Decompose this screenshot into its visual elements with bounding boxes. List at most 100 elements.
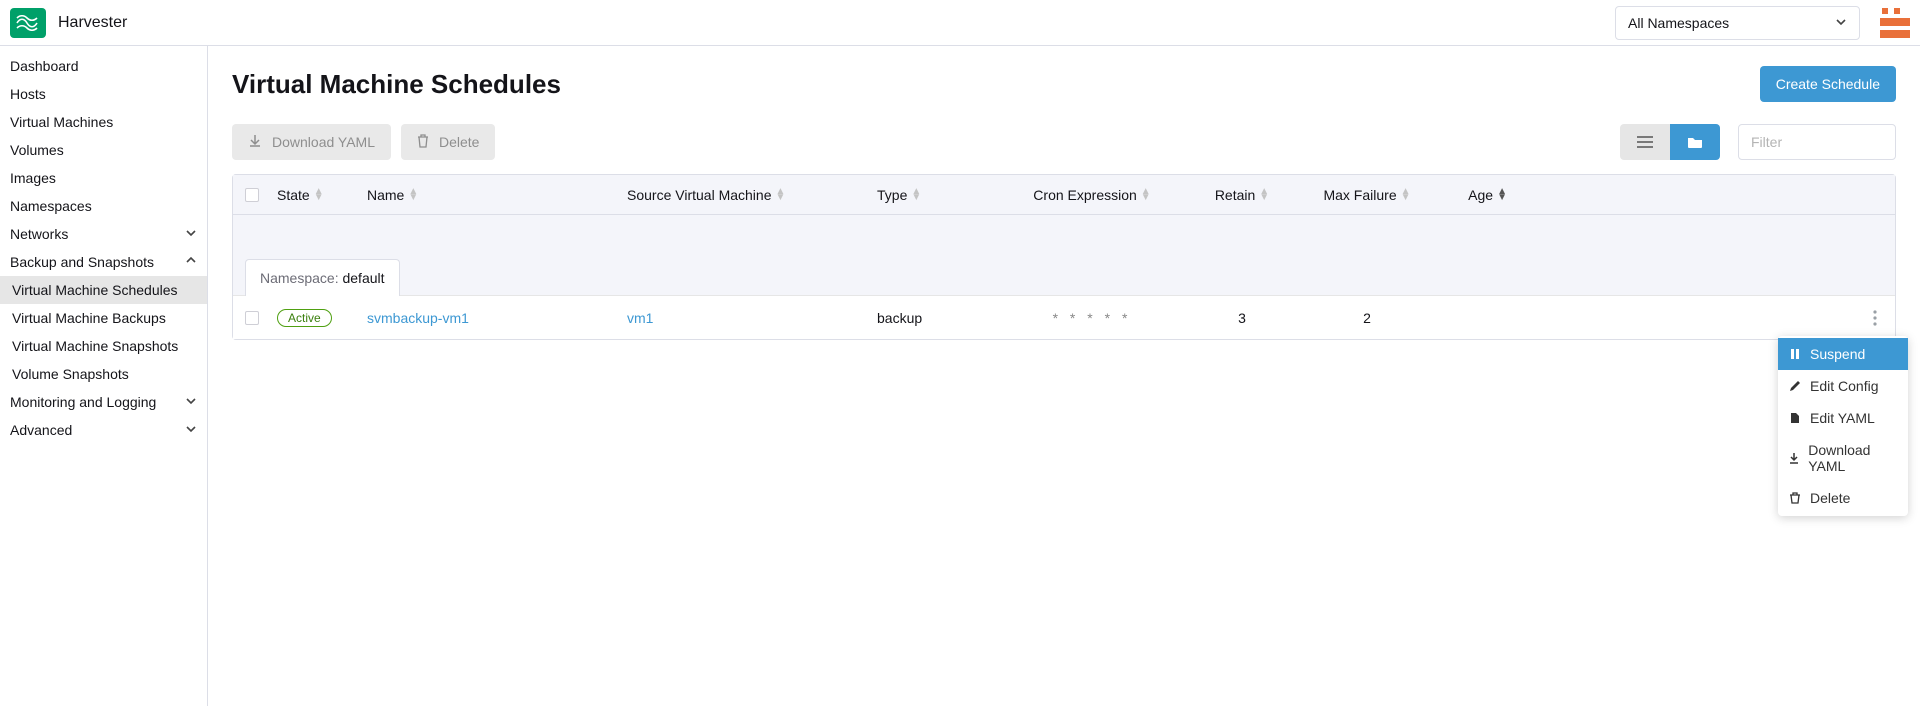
context-menu-item[interactable]: Suspend (1778, 338, 1908, 370)
trash-icon (417, 134, 429, 151)
sidebar-item[interactable]: Images (0, 164, 207, 192)
sidebar-item-label: Virtual Machines (10, 114, 113, 130)
sidebar-item-label: Virtual Machine Snapshots (12, 338, 178, 354)
toolbar-right (1620, 124, 1896, 160)
namespace-select[interactable]: All Namespaces (1615, 6, 1860, 40)
sidebar-item-label: Namespaces (10, 198, 92, 214)
cell-retain: 3 (1177, 310, 1307, 326)
cell-cron: * * * * * (1007, 310, 1177, 326)
page-title: Virtual Machine Schedules (232, 69, 561, 100)
file-icon (1788, 412, 1802, 424)
vm-link[interactable]: vm1 (627, 310, 653, 326)
col-type[interactable]: Type▲▼ (877, 187, 1007, 203)
brand-logo (10, 8, 46, 38)
download-icon (1788, 452, 1800, 464)
table: State▲▼ Name▲▼ Source Virtual Machine▲▼ … (232, 174, 1896, 340)
table-row: Activesvmbackup-vm1vm1backup* * * * *32 (233, 295, 1895, 339)
context-menu-label: Suspend (1810, 346, 1865, 362)
sort-icon: ▲▼ (408, 189, 418, 201)
col-state[interactable]: State▲▼ (277, 187, 367, 203)
context-menu-item[interactable]: Edit Config (1778, 370, 1908, 402)
sort-icon: ▲▼ (314, 189, 324, 201)
sidebar-item-label: Virtual Machine Schedules (12, 282, 178, 298)
user-avatar[interactable] (1880, 8, 1910, 38)
sidebar-item[interactable]: Dashboard (0, 52, 207, 80)
main: Virtual Machine Schedules Create Schedul… (208, 46, 1920, 706)
row-context-menu: Suspend Edit Config Edit YAML Download YAML… (1778, 336, 1908, 516)
view-group-button[interactable] (1670, 124, 1720, 160)
sort-icon: ▲▼ (1141, 189, 1151, 201)
row-checkbox[interactable] (245, 311, 259, 325)
sidebar-item-label: Virtual Machine Backups (12, 310, 166, 326)
sidebar-item[interactable]: Volume Snapshots (0, 360, 207, 388)
col-max[interactable]: Max Failure▲▼ (1307, 187, 1427, 203)
table-head: State▲▼ Name▲▼ Source Virtual Machine▲▼ … (233, 175, 1895, 215)
toolbar: Download YAML Delete (232, 124, 1896, 160)
sidebar-item[interactable]: Namespaces (0, 192, 207, 220)
cell-state: Active (277, 309, 367, 327)
sort-icon: ▲▼ (1497, 189, 1507, 201)
sidebar-item-label: Advanced (10, 422, 72, 438)
view-list-button[interactable] (1620, 124, 1670, 160)
layout: Dashboard Hosts Virtual Machines Volumes Ima… (0, 46, 1920, 706)
chevron-down-icon (185, 422, 197, 438)
sort-icon: ▲▼ (911, 189, 921, 201)
sidebar-item-label: Hosts (10, 86, 46, 102)
sidebar-item[interactable]: Networks (0, 220, 207, 248)
sidebar-item-label: Networks (10, 226, 68, 242)
col-source[interactable]: Source Virtual Machine▲▼ (627, 187, 877, 203)
sidebar-item[interactable]: Virtual Machine Snapshots (0, 332, 207, 360)
select-all-checkbox[interactable] (245, 188, 259, 202)
namespace-select-value: All Namespaces (1628, 15, 1729, 31)
sidebar-item[interactable]: Virtual Machine Backups (0, 304, 207, 332)
col-retain[interactable]: Retain▲▼ (1177, 187, 1307, 203)
row-actions-button[interactable] (1867, 306, 1883, 330)
sidebar-item-label: Monitoring and Logging (10, 394, 156, 410)
table-body: Activesvmbackup-vm1vm1backup* * * * *32 (233, 295, 1895, 339)
chevron-down-icon (185, 394, 197, 410)
context-menu-item[interactable]: Download YAML (1778, 434, 1908, 482)
namespace-group-row: Namespace: default (233, 215, 1895, 295)
context-menu-item[interactable]: Delete (1778, 482, 1908, 514)
col-cron[interactable]: Cron Expression▲▼ (1007, 187, 1177, 203)
sidebar-item-label: Volume Snapshots (12, 366, 129, 382)
product-name: Harvester (58, 14, 127, 32)
sidebar-item[interactable]: Hosts (0, 80, 207, 108)
pause-icon (1788, 348, 1802, 360)
sidebar-item[interactable]: Advanced (0, 416, 207, 444)
chevron-down-icon (185, 226, 197, 242)
cell-name: svmbackup-vm1 (367, 310, 627, 326)
context-menu-label: Download YAML (1808, 442, 1898, 474)
sidebar-item[interactable]: Virtual Machines (0, 108, 207, 136)
schedule-link[interactable]: svmbackup-vm1 (367, 310, 469, 326)
col-age[interactable]: Age▲▼ (1427, 187, 1507, 203)
sidebar-item[interactable]: Virtual Machine Schedules (0, 276, 207, 304)
brand: Harvester (10, 8, 127, 38)
sidebar-item[interactable]: Volumes (0, 136, 207, 164)
sidebar-item-label: Images (10, 170, 56, 186)
view-toggle (1620, 124, 1720, 160)
context-menu-item[interactable]: Edit YAML (1778, 402, 1908, 434)
chevron-up-icon (185, 254, 197, 270)
context-menu-label: Delete (1810, 490, 1850, 506)
list-icon (1637, 135, 1653, 149)
cell-max: 2 (1307, 310, 1427, 326)
context-menu-label: Edit Config (1810, 378, 1878, 394)
download-icon (248, 134, 262, 151)
sidebar-item[interactable]: Backup and Snapshots (0, 248, 207, 276)
sidebar-item-label: Dashboard (10, 58, 79, 74)
row-select-cell (245, 311, 277, 325)
trash-icon (1788, 492, 1802, 504)
cell-source: vm1 (627, 310, 877, 326)
sort-icon: ▲▼ (1259, 189, 1269, 201)
harvester-icon (15, 15, 41, 31)
sidebar: Dashboard Hosts Virtual Machines Volumes Ima… (0, 46, 208, 706)
download-yaml-button[interactable]: Download YAML (232, 124, 391, 160)
sidebar-item-label: Volumes (10, 142, 64, 158)
sidebar-item[interactable]: Monitoring and Logging (0, 388, 207, 416)
filter-input[interactable] (1738, 124, 1896, 160)
delete-button[interactable]: Delete (401, 124, 495, 160)
create-schedule-button[interactable]: Create Schedule (1760, 66, 1896, 102)
col-name[interactable]: Name▲▼ (367, 187, 627, 203)
page-head: Virtual Machine Schedules Create Schedul… (232, 66, 1896, 102)
